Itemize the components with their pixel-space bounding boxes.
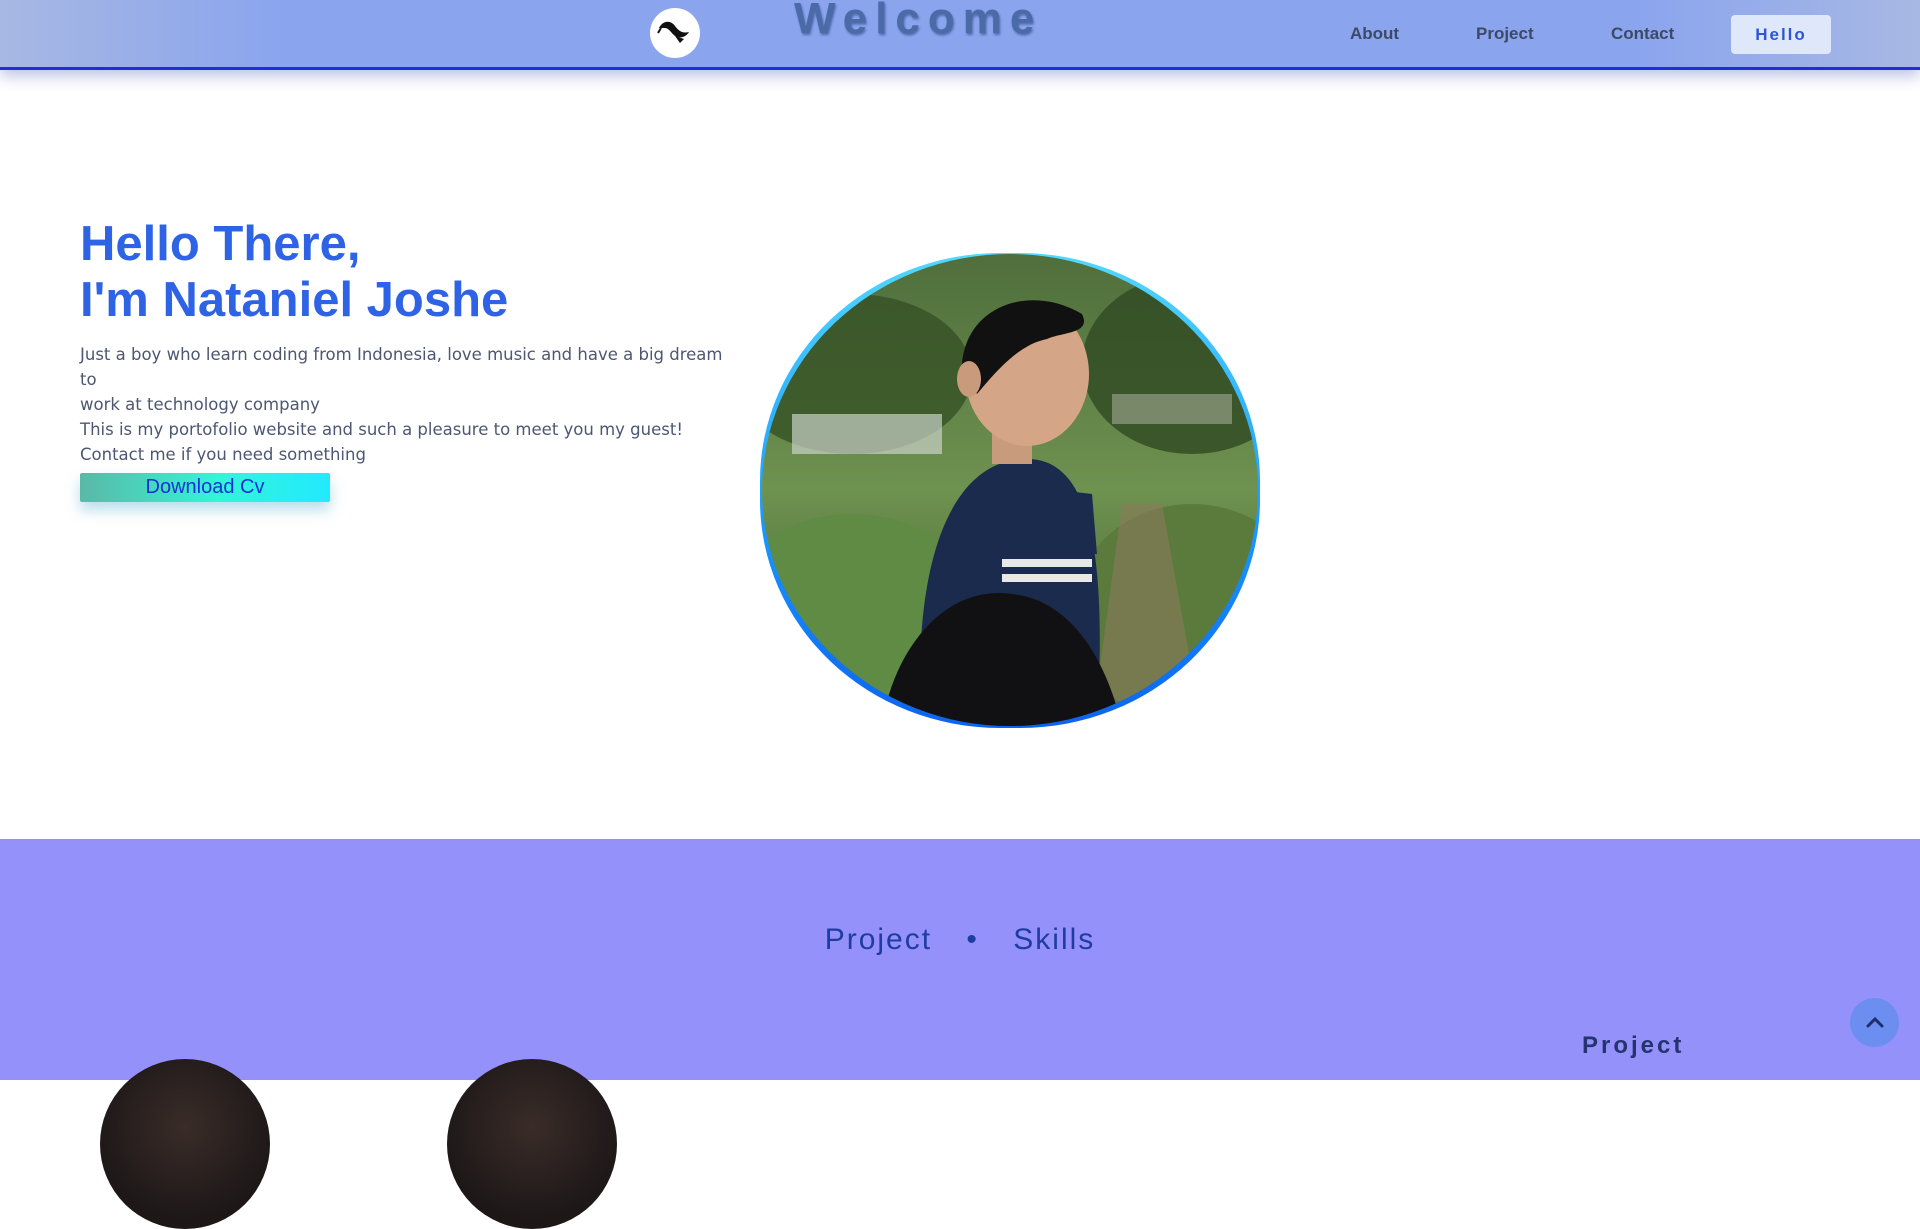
section-title: Project • Skills bbox=[0, 923, 1920, 957]
hero-description: Just a boy who learn coding from Indones… bbox=[80, 342, 740, 467]
profile-photo bbox=[762, 254, 1258, 726]
project-heading: Project bbox=[1582, 1032, 1685, 1059]
nav-project[interactable]: Project bbox=[1476, 24, 1534, 44]
project-thumbnail[interactable] bbox=[447, 1059, 617, 1229]
nav-contact[interactable]: Contact bbox=[1611, 24, 1674, 44]
chevron-up-icon bbox=[1866, 1016, 1883, 1027]
title-separator: • bbox=[966, 923, 979, 956]
hero-desc-line2: work at technology company bbox=[80, 395, 320, 414]
tab-project[interactable]: Project bbox=[825, 923, 932, 956]
welcome-title: Welcome bbox=[794, 0, 1043, 43]
project-thumbnail[interactable] bbox=[100, 1059, 270, 1229]
download-cv-button[interactable]: Download Cv bbox=[80, 473, 330, 502]
hero-desc-line3: This is my portofolio website and such a… bbox=[80, 420, 683, 439]
top-navbar: Welcome About Project Contact Hello bbox=[0, 0, 1920, 70]
hello-button[interactable]: Hello bbox=[1731, 15, 1831, 54]
scroll-to-top-button[interactable] bbox=[1850, 998, 1899, 1047]
hero-title-line2: I'm Nataniel Joshe bbox=[80, 273, 509, 327]
hero-desc-line4: Contact me if you need something bbox=[80, 445, 366, 464]
bird-logo-icon[interactable] bbox=[650, 8, 700, 58]
nav-about[interactable]: About bbox=[1350, 24, 1399, 44]
tab-skills[interactable]: Skills bbox=[1013, 923, 1095, 956]
hero-desc-line1: Just a boy who learn coding from Indones… bbox=[80, 345, 723, 389]
projects-section: Project • Skills Project bbox=[0, 839, 1920, 1229]
hero-title-line1: Hello There, bbox=[80, 217, 361, 271]
hero-title: Hello There, I'm Nataniel Joshe bbox=[80, 216, 508, 328]
